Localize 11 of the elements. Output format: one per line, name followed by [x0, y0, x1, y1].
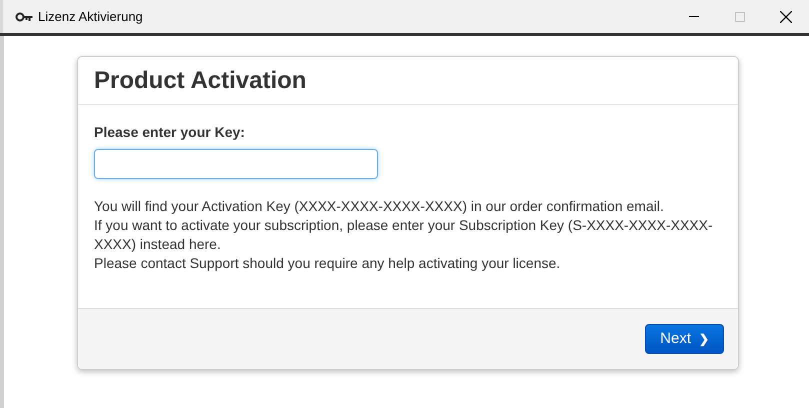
key-icon [15, 12, 33, 22]
window-title: Lizenz Aktivierung [38, 8, 143, 26]
info-paragraph: If you want to activate your subscription, please enter your Subscription Key (S-XXXX-XXXX-XXXX-XXXX) instead here. [94, 216, 714, 254]
next-button[interactable]: Next ❯ [645, 324, 724, 354]
key-label: Please enter your Key: [94, 123, 246, 142]
close-icon [780, 10, 792, 22]
chevron-icon: ❯ [699, 330, 709, 348]
panel-title: Product Activation [94, 66, 306, 96]
info-paragraph: You will find your Activation Key (XXXX-XXXX-XXXX-XXXX) in our order confirmation email. [94, 197, 665, 216]
key-input-field[interactable] [94, 149, 378, 179]
info-paragraph: Please contact Support should you require any help activating your license. [94, 254, 562, 273]
